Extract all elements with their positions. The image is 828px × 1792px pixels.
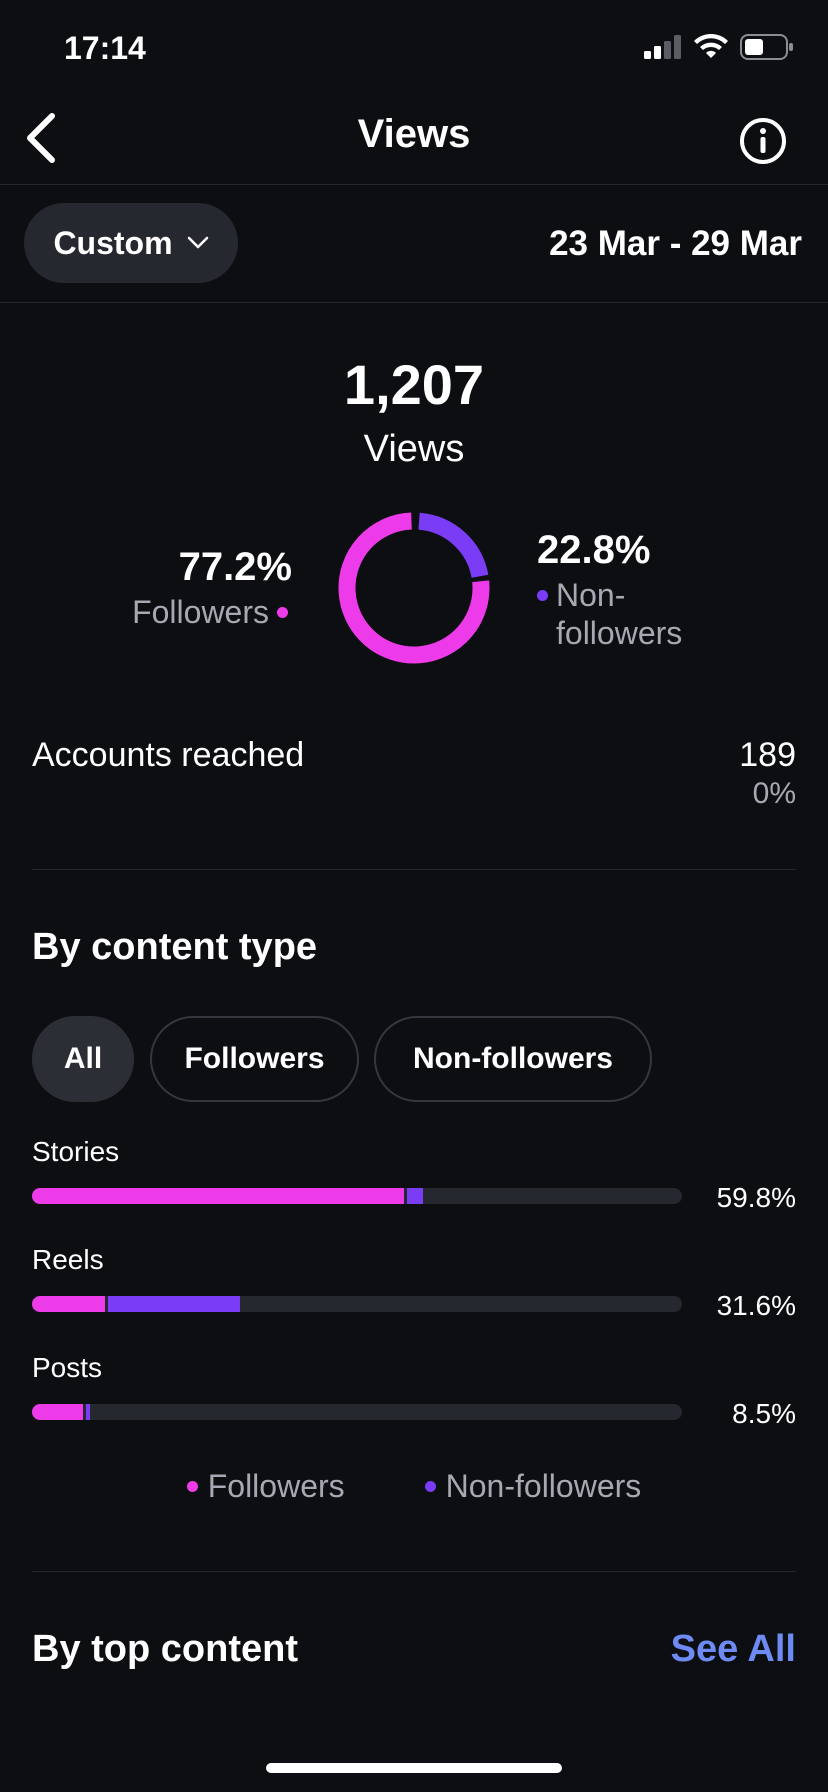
- accounts-reached-value: 189: [739, 736, 796, 774]
- cellular-signal-icon: [644, 35, 681, 59]
- legend-followers-label: Followers: [207, 1468, 345, 1504]
- top-content-title: By top content: [32, 1628, 298, 1670]
- views-donut-chart: [338, 512, 490, 664]
- followers-percent: 77.2%: [178, 545, 292, 589]
- nonfollowers-dot-icon: [537, 590, 548, 601]
- page-title: Views: [357, 112, 471, 156]
- home-indicator[interactable]: [266, 1763, 562, 1773]
- bar-followers-posts: [32, 1404, 83, 1420]
- followers-dot-icon: [186, 1481, 198, 1492]
- donut-nonfollowers-segment: [418, 512, 489, 579]
- nonfollowers-legend: Non- followers: [537, 576, 682, 652]
- bar-followers-stories: [32, 1188, 404, 1204]
- info-icon[interactable]: [738, 116, 788, 166]
- bar-track-reels: [32, 1296, 682, 1312]
- bar-track-posts: [32, 1404, 682, 1420]
- content-type-title: By content type: [32, 926, 318, 968]
- nonfollowers-legend-label-1: Non-: [556, 577, 626, 613]
- row-pct-reels: 31.6%: [716, 1290, 796, 1321]
- row-label-posts: Posts: [32, 1352, 103, 1383]
- followers-legend-label: Followers: [132, 594, 269, 630]
- legend-followers: Followers: [186, 1468, 345, 1505]
- legend-nonfollowers-label: Non-followers: [445, 1468, 642, 1504]
- status-time: 17:14: [64, 30, 146, 66]
- chip-all[interactable]: All: [32, 1016, 134, 1102]
- row-label-stories: Stories: [32, 1136, 120, 1167]
- chip-followers[interactable]: Followers: [150, 1016, 359, 1102]
- content-type-legend: Followers Non-followers: [0, 1468, 828, 1505]
- header-divider: [0, 184, 828, 185]
- followers-legend: Followers: [132, 594, 288, 631]
- battery-icon: [740, 34, 793, 60]
- section-divider: [32, 869, 796, 870]
- nonfollowers-legend-label-2: followers: [556, 615, 683, 651]
- nonfollowers-dot-icon: [424, 1481, 436, 1492]
- legend-nonfollowers: Non-followers: [424, 1468, 642, 1505]
- bar-nonfollowers-stories: [407, 1188, 423, 1204]
- row-pct-posts: 8.5%: [732, 1398, 796, 1429]
- total-views-value: 1,207: [343, 353, 485, 416]
- accounts-reached-label: Accounts reached: [32, 736, 305, 774]
- accounts-reached-change: 0%: [752, 777, 796, 810]
- nonfollowers-percent: 22.8%: [537, 528, 651, 572]
- chip-non-followers[interactable]: Non-followers: [374, 1016, 652, 1102]
- filter-divider: [0, 302, 828, 303]
- see-all-link[interactable]: See All: [671, 1628, 796, 1671]
- bar-nonfollowers-posts: [86, 1404, 90, 1420]
- bar-followers-reels: [32, 1296, 105, 1312]
- chevron-down-icon: [187, 236, 208, 249]
- date-range-text: 23 Mar - 29 Mar: [549, 224, 802, 263]
- total-views-label: Views: [363, 428, 465, 470]
- bar-track-stories: [32, 1188, 682, 1204]
- date-range-dropdown-label: Custom: [53, 224, 173, 261]
- row-label-reels: Reels: [32, 1244, 104, 1275]
- wifi-icon: [694, 34, 728, 58]
- row-pct-stories: 59.8%: [716, 1182, 796, 1213]
- date-range-dropdown[interactable]: Custom: [24, 203, 238, 283]
- section-divider: [32, 1571, 796, 1572]
- followers-dot-icon: [277, 607, 288, 618]
- bar-nonfollowers-reels: [108, 1296, 240, 1312]
- status-icons: [644, 34, 794, 60]
